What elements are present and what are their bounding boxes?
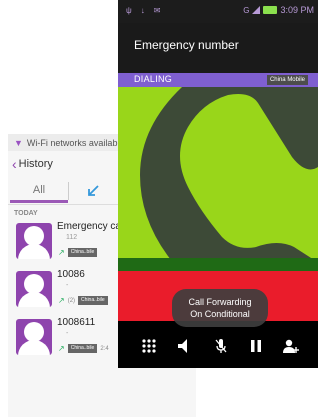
call-header: Emergency number: [118, 23, 318, 73]
call-time: 2:4: [100, 345, 109, 352]
call-state: DIALING: [134, 74, 173, 84]
toast-line-2: On Conditional: [190, 309, 250, 319]
tab-incoming[interactable]: [69, 184, 117, 198]
back-chevron-icon[interactable]: ‹: [12, 157, 17, 171]
history-row-number: -: [66, 282, 69, 289]
incoming-call-arrow-icon: [88, 184, 99, 196]
contact-avatar: [16, 223, 52, 259]
history-row-number: -: [66, 330, 69, 337]
contact-name: Emergency number: [134, 38, 239, 52]
wifi-notification-text: Wi-Fi networks available: [26, 137, 125, 148]
call-state-bar: DIALING China Mobile: [118, 73, 318, 87]
mute-icon[interactable]: [213, 338, 229, 354]
outgoing-call-icon: ↗: [58, 247, 65, 257]
add-call-icon[interactable]: [283, 338, 299, 354]
history-row-name: 1008611: [57, 317, 96, 328]
history-row-meta: ↗ (2) China..bile: [58, 296, 108, 305]
contact-photo: [118, 87, 318, 258]
call-toolbar: [118, 321, 318, 368]
history-row-meta: ↗ China..bile 2:4: [58, 344, 109, 353]
carrier-label: China Mobile: [266, 75, 308, 85]
speaker-icon[interactable]: [176, 338, 192, 354]
message-icon: ✉: [153, 6, 161, 15]
carrier-tag: China..bile: [67, 344, 98, 353]
carrier-tag: China..bile: [78, 296, 108, 305]
toast-line-1: Call Forwarding: [188, 297, 252, 307]
carrier-tag: China..bile: [67, 248, 98, 257]
hold-icon[interactable]: [248, 338, 264, 354]
tab-all[interactable]: All: [10, 178, 68, 203]
toast-notification: Call Forwarding On Conditional: [172, 289, 268, 327]
network-type: G: [243, 5, 250, 15]
status-time: 3:09 PM: [280, 5, 314, 15]
history-row-name: Emergency ca: [57, 221, 121, 232]
history-row-meta: ↗ China..bile: [58, 247, 98, 257]
wifi-icon: ▼: [14, 137, 23, 148]
outgoing-call-icon: ↗: [58, 343, 65, 353]
page-title: History: [18, 158, 53, 170]
history-row-name: 10086: [57, 269, 85, 280]
download-icon: ↓: [140, 6, 145, 15]
contact-avatar: [16, 319, 52, 355]
call-count: (2): [67, 297, 76, 304]
phone-handset-icon: [140, 87, 318, 258]
call-divider: [118, 258, 318, 271]
signal-icon: [252, 6, 261, 14]
outgoing-call-icon: ↗: [58, 295, 65, 305]
contact-avatar: [16, 271, 52, 307]
status-bar: ψ ↓ ✉ G 3:09 PM: [118, 0, 318, 23]
history-row-number: 112: [66, 234, 78, 241]
usb-icon: ψ: [126, 6, 132, 15]
battery-icon: [263, 6, 278, 14]
dialpad-icon[interactable]: [141, 338, 157, 354]
